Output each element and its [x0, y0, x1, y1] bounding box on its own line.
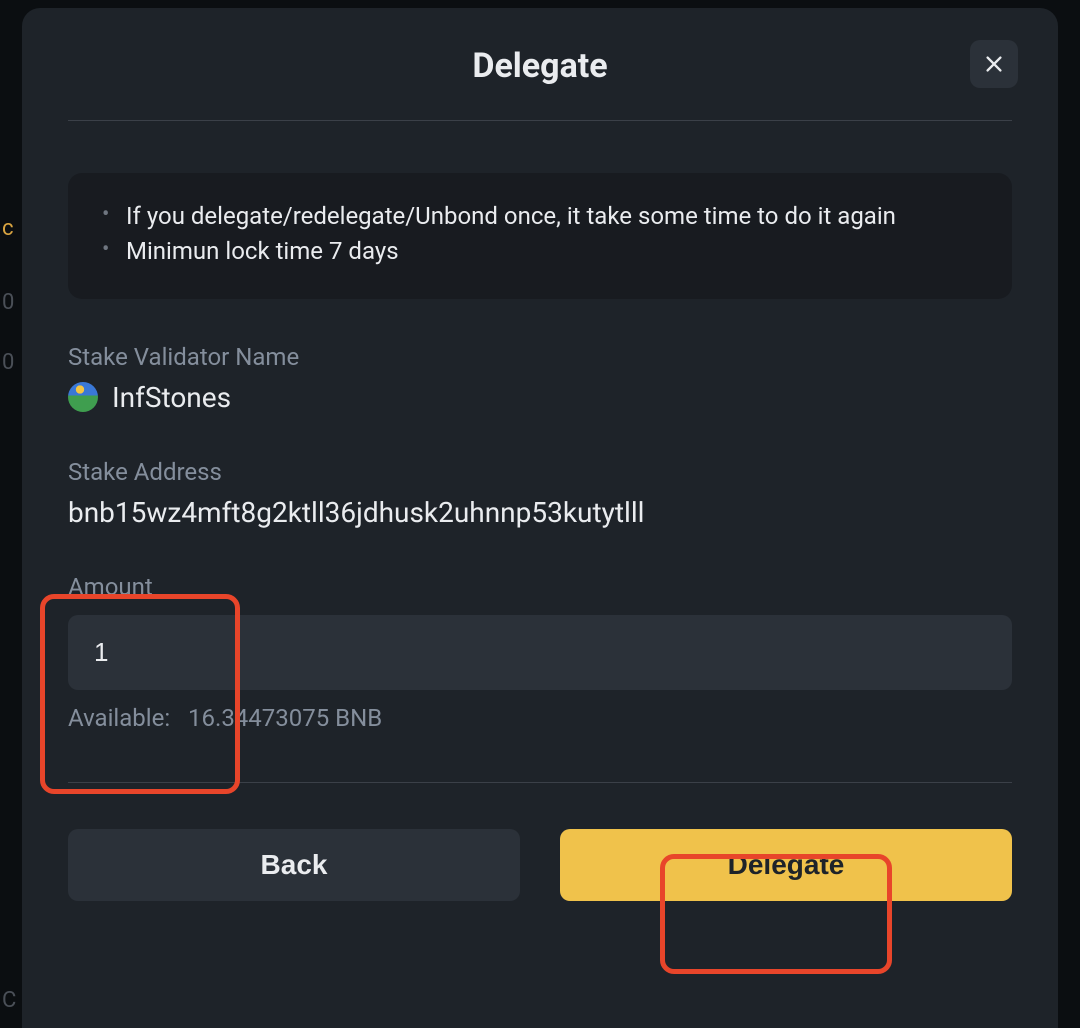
validator-section: Stake Validator Name InfStones — [68, 343, 1012, 414]
bg-hint-2: 0 — [2, 290, 14, 315]
amount-input[interactable] — [68, 615, 1012, 690]
bg-hint-3: 0 — [2, 350, 14, 375]
delegate-modal: Delegate If you delegate/redelegate/Unbo… — [22, 8, 1058, 1028]
validator-label: Stake Validator Name — [68, 343, 1012, 371]
info-item: If you delegate/redelegate/Unbond once, … — [102, 199, 978, 234]
available-value: 16.34473075 BNB — [188, 704, 382, 732]
bg-hint-1: c — [2, 216, 14, 241]
validator-avatar-icon — [68, 382, 98, 412]
back-button[interactable]: Back — [68, 829, 520, 901]
back-button-label: Back — [261, 849, 328, 881]
modal-header: Delegate — [68, 46, 1012, 121]
close-button[interactable] — [970, 40, 1018, 88]
info-box: If you delegate/redelegate/Unbond once, … — [68, 173, 1012, 299]
modal-title: Delegate — [472, 46, 607, 86]
available-label: Available: — [68, 704, 170, 732]
amount-label: Amount — [68, 573, 1012, 601]
amount-section: Amount Available: 16.34473075 BNB — [68, 573, 1012, 732]
address-section: Stake Address bnb15wz4mft8g2ktll36jdhusk… — [68, 458, 1012, 529]
close-icon — [983, 53, 1005, 75]
delegate-button-label: Delegate — [728, 849, 845, 881]
button-row: Back Delegate — [68, 829, 1012, 901]
address-label: Stake Address — [68, 458, 1012, 486]
validator-name: InfStones — [112, 381, 231, 414]
delegate-button[interactable]: Delegate — [560, 829, 1012, 901]
bg-hint-4: C — [2, 988, 16, 1013]
stake-address: bnb15wz4mft8g2ktll36jdhusk2uhnnp53kutytl… — [68, 496, 1012, 529]
divider — [68, 782, 1012, 783]
available-row: Available: 16.34473075 BNB — [68, 704, 1012, 732]
info-item: Minimun lock time 7 days — [102, 234, 978, 269]
